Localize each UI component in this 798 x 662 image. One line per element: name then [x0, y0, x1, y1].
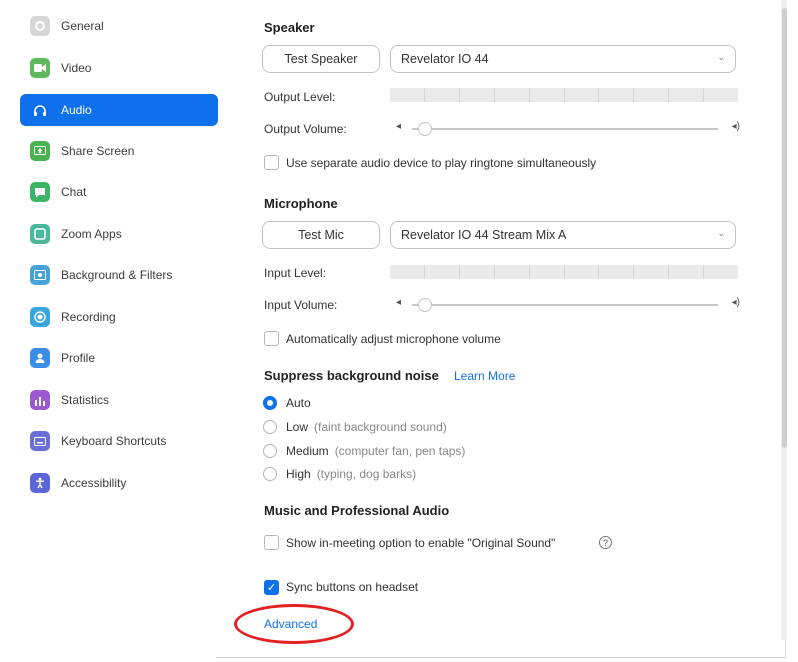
sidebar-item-accessibility[interactable]: Accessibility [20, 467, 218, 499]
sidebar-item-label: General [61, 19, 104, 33]
sidebar-item-label: Audio [61, 103, 92, 117]
sidebar-item-label: Profile [61, 351, 96, 365]
auto-adjust-mic-label: Automatically adjust microphone volume [286, 332, 501, 346]
sidebar-item-label: Share Screen [61, 144, 135, 158]
sidebar-item-profile[interactable]: Profile [20, 342, 218, 374]
sync-headset-label: Sync buttons on headset [286, 580, 419, 594]
sidebar-item-label: Keyboard Shortcuts [61, 434, 167, 448]
sidebar-item-label: Zoom Apps [61, 227, 122, 241]
sidebar-item-share-screen[interactable]: Share Screen [20, 135, 218, 167]
settings-sidebar: General Video Audio Share Screen Chat Zo… [10, 0, 218, 658]
microphone-device-select[interactable]: Revelator IO 44 Stream Mix A ⌄ [390, 221, 736, 249]
sidebar-item-background-filters[interactable]: Background & Filters [20, 259, 218, 291]
sync-headset-checkbox[interactable]: ✓ [264, 580, 279, 595]
content-scrollbar-thumb[interactable] [782, 8, 787, 448]
noise-option-auto: Auto [286, 396, 311, 410]
recording-icon [30, 307, 50, 327]
auto-adjust-mic-checkbox[interactable] [264, 331, 279, 346]
noise-radio-auto[interactable] [263, 396, 277, 410]
sidebar-item-label: Video [61, 61, 92, 75]
microphone-section-title: Microphone [264, 196, 338, 211]
volume-high-icon: ◂) [731, 121, 740, 132]
help-icon[interactable]: ? [599, 536, 612, 549]
input-volume-track [412, 304, 718, 306]
audio-settings-panel: Speaker Test Speaker Revelator IO 44 ⌄ O… [246, 0, 746, 658]
input-volume-knob[interactable] [418, 298, 433, 312]
sidebar-item-chat[interactable]: Chat [20, 176, 218, 208]
gear-icon [30, 16, 50, 36]
ringtone-device-label: Use separate audio device to play ringto… [286, 156, 597, 170]
sidebar-item-zoom-apps[interactable]: Zoom Apps [20, 218, 218, 250]
output-level-label: Output Level: [264, 90, 336, 104]
noise-section-title: Suppress background noise [264, 368, 439, 383]
output-volume-slider[interactable]: ◂ ◂) [392, 121, 740, 136]
learn-more-link[interactable]: Learn More [454, 369, 515, 383]
sidebar-item-label: Chat [61, 185, 87, 199]
sidebar-item-audio[interactable]: Audio [20, 94, 218, 126]
input-level-meter [390, 265, 738, 279]
volume-high-icon: ◂) [731, 297, 740, 308]
highlight-annotation-ellipse [234, 604, 354, 644]
test-speaker-button[interactable]: Test Speaker [262, 45, 380, 73]
noise-option-medium-hint: (computer fan, pen taps) [334, 444, 466, 458]
background-icon [30, 265, 50, 285]
original-sound-checkbox[interactable] [264, 535, 279, 550]
sidebar-item-label: Recording [61, 310, 116, 324]
accessibility-icon [30, 473, 50, 493]
noise-option-high: High (typing, dog barks) [286, 467, 417, 481]
statistics-icon [30, 390, 50, 410]
ringtone-device-checkbox[interactable] [264, 155, 279, 170]
keyboard-icon [30, 431, 50, 451]
test-mic-button[interactable]: Test Mic [262, 221, 380, 249]
sidebar-item-label: Accessibility [61, 476, 127, 490]
volume-low-icon: ◂ [396, 121, 402, 132]
noise-radio-medium[interactable] [263, 444, 277, 458]
noise-option-high-hint: (typing, dog barks) [316, 467, 417, 481]
sidebar-item-video[interactable]: Video [20, 52, 218, 84]
share-screen-icon [30, 141, 50, 161]
noise-radio-high[interactable] [263, 467, 277, 481]
headphones-icon [30, 100, 50, 120]
noise-radio-low[interactable] [263, 420, 277, 434]
speaker-device-value: Revelator IO 44 [401, 52, 489, 66]
chevron-down-icon: ⌄ [717, 228, 725, 238]
input-level-label: Input Level: [264, 266, 327, 280]
speaker-section-title: Speaker [264, 20, 315, 35]
noise-option-low-hint: (faint background sound) [314, 420, 447, 434]
apps-icon [30, 224, 50, 244]
chat-icon [30, 182, 50, 202]
output-level-meter [390, 88, 738, 102]
video-icon [30, 58, 50, 78]
microphone-device-value: Revelator IO 44 Stream Mix A [401, 228, 567, 242]
output-volume-track [412, 128, 718, 130]
volume-low-icon: ◂ [396, 297, 402, 308]
chevron-down-icon: ⌄ [717, 52, 725, 62]
original-sound-label: Show in-meeting option to enable "Origin… [286, 536, 556, 550]
input-volume-label: Input Volume: [264, 298, 338, 312]
sidebar-item-statistics[interactable]: Statistics [20, 384, 218, 416]
output-volume-label: Output Volume: [264, 122, 347, 136]
output-volume-knob[interactable] [418, 122, 433, 136]
sidebar-item-label: Background & Filters [61, 268, 173, 282]
speaker-device-select[interactable]: Revelator IO 44 ⌄ [390, 45, 736, 73]
music-section-title: Music and Professional Audio [264, 503, 450, 518]
noise-option-low: Low (faint background sound) [286, 420, 447, 434]
input-volume-slider[interactable]: ◂ ◂) [392, 297, 740, 312]
sidebar-item-keyboard-shortcuts[interactable]: Keyboard Shortcuts [20, 425, 218, 457]
sidebar-item-general[interactable]: General [20, 10, 218, 42]
sidebar-item-recording[interactable]: Recording [20, 301, 218, 333]
noise-option-medium: Medium (computer fan, pen taps) [286, 444, 466, 458]
profile-icon [30, 348, 50, 368]
sidebar-item-label: Statistics [61, 393, 110, 407]
